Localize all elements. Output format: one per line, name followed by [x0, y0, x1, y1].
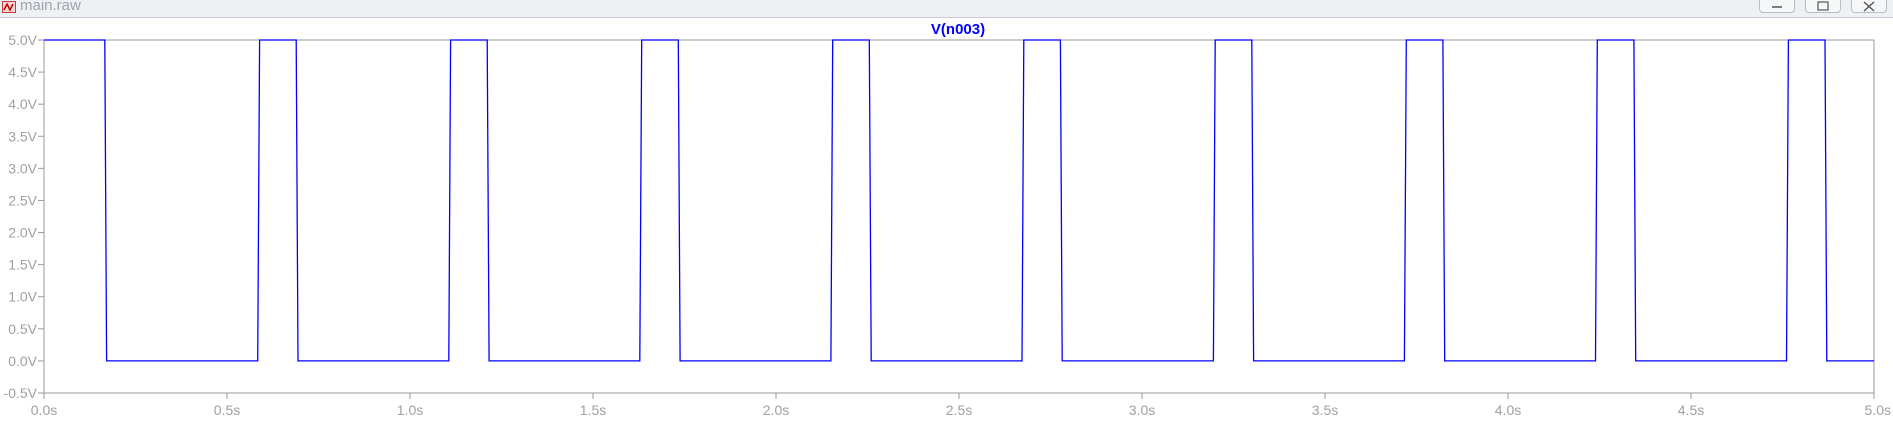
x-tick-label: 1.5s	[580, 402, 606, 418]
close-button[interactable]	[1851, 0, 1887, 13]
waveform-app-icon	[2, 0, 16, 13]
x-tick-label: 4.0s	[1495, 402, 1521, 418]
y-tick-label: 2.0V	[8, 225, 37, 241]
plot-frame	[43, 39, 1875, 394]
close-icon	[1863, 1, 1875, 12]
minimize-button[interactable]	[1759, 0, 1795, 13]
chart-title[interactable]: V(n003)	[931, 21, 985, 38]
y-tick-label: 4.5V	[8, 64, 37, 80]
x-tick-label: 5.0s	[1865, 402, 1891, 418]
x-tick-label: 3.0s	[1129, 402, 1155, 418]
series-marks	[44, 39, 1874, 362]
window-title: main.raw	[20, 0, 81, 14]
maximize-button[interactable]	[1805, 0, 1841, 13]
waveform-plot-pane[interactable]: V(n003) -0.5V 0.0V 0.5V 1.0V 1.5V 2.0V 2.5V 3.0…	[0, 18, 1893, 423]
restore-icon	[1817, 1, 1829, 11]
y-tick-label: 1.0V	[8, 289, 37, 305]
y-tick-label: 1.5V	[8, 257, 37, 273]
window-titlebar: main.raw	[0, 0, 1893, 18]
y-tick-label: 4.0V	[8, 96, 37, 112]
y-tick-label: 3.5V	[8, 128, 37, 144]
y-tick-label: 5.0V	[8, 32, 37, 48]
x-tick-label: 0.5s	[214, 402, 240, 418]
waveform-chart[interactable]: V(n003) -0.5V 0.0V 0.5V 1.0V 1.5V 2.0V 2.5V 3.0…	[0, 18, 1893, 423]
y-tick-label: 3.0V	[8, 160, 37, 176]
y-tick-label: 0.5V	[8, 321, 37, 337]
minimize-icon	[1772, 6, 1782, 8]
x-tick-label: 0.0s	[31, 402, 57, 418]
y-axis-ticks: -0.5V 0.0V 0.5V 1.0V 1.5V 2.0V 2.5V 3.0V 3.5V 4.0…	[4, 32, 44, 401]
x-tick-label: 3.5s	[1312, 402, 1338, 418]
x-axis-ticks: 0.0s 0.5s 1.0s 1.5s 2.0s 2.5s 3.0s 3.5s 4.0s 4.5s…	[31, 393, 1891, 418]
x-tick-label: 4.5s	[1678, 402, 1704, 418]
y-tick-label: 2.5V	[8, 192, 37, 208]
x-tick-label: 1.0s	[397, 402, 423, 418]
trace-v-n003[interactable]	[44, 39, 1874, 362]
x-tick-label: 2.0s	[763, 402, 789, 418]
y-tick-label: -0.5V	[4, 385, 38, 401]
y-tick-label: 0.0V	[8, 353, 37, 369]
x-tick-label: 2.5s	[946, 402, 972, 418]
